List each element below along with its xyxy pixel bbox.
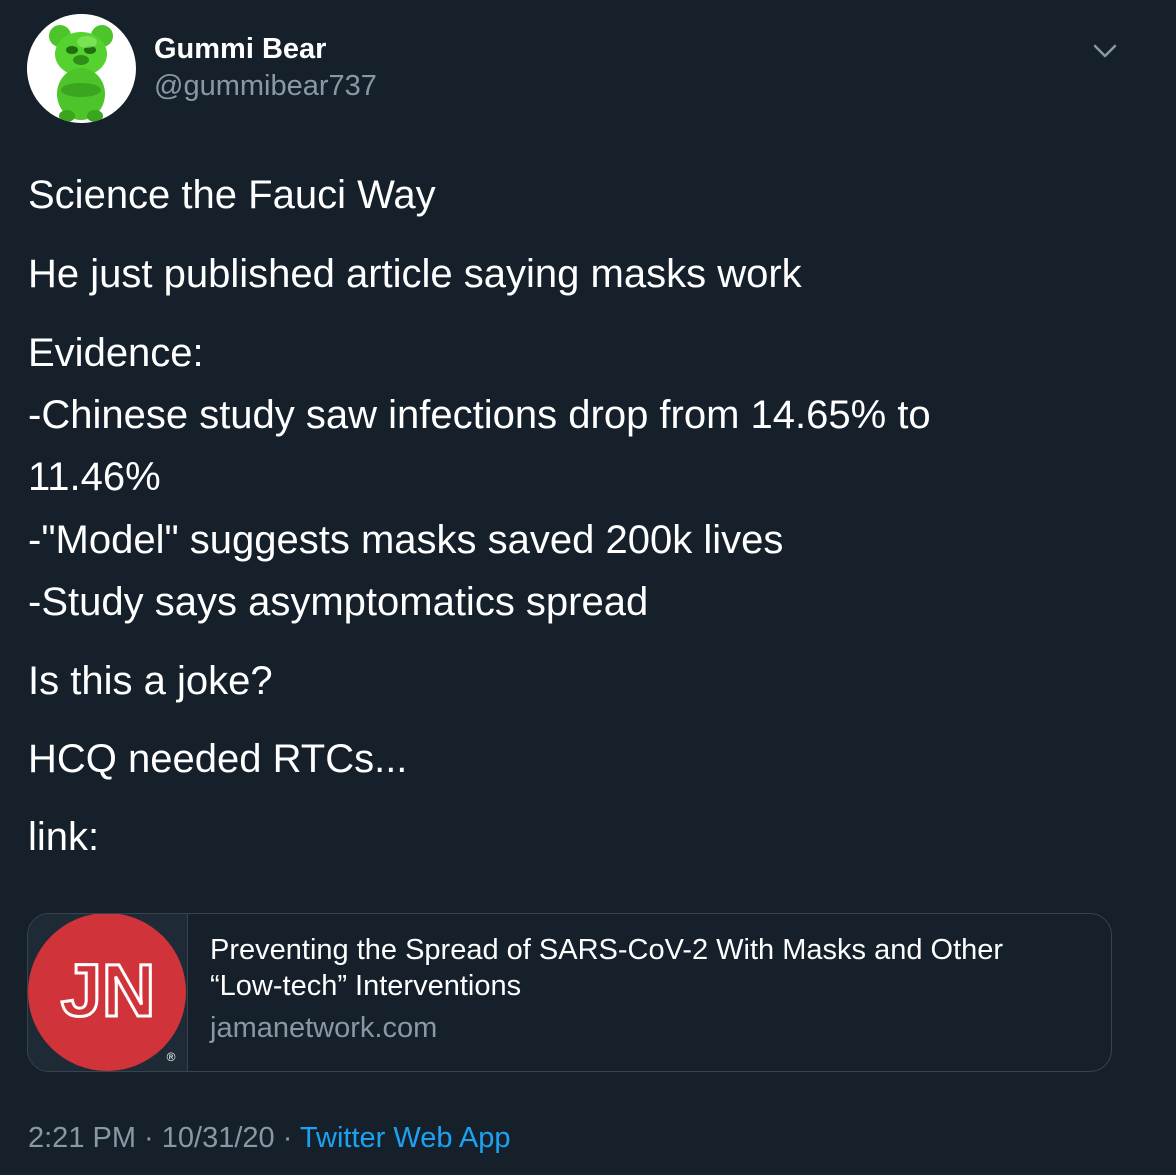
tweet-date[interactable]: 10/31/20 [162, 1122, 275, 1154]
tweet: Gummi Bear @gummibear737 Science the Fau… [0, 0, 1176, 1175]
card-domain: jamanetwork.com [210, 1012, 438, 1044]
card-title[interactable]: Preventing the Spread of SARS-CoV-2 With… [210, 932, 1003, 1004]
display-name[interactable]: Gummi Bear [154, 33, 326, 66]
logo-text: JN [61, 949, 156, 1032]
tweet-text-line: He just published article saying masks w… [28, 252, 802, 296]
tweet-text-line: -Chinese study saw infections drop from … [28, 393, 931, 437]
tweet-text-line: link: [28, 815, 100, 859]
tweet-text-line: -Study says asymptomatics spread [28, 580, 649, 624]
tweet-text-line: Evidence: [28, 331, 204, 375]
tweet-text-line: 11.46% [28, 455, 161, 499]
card-thumbnail: JN ® [28, 914, 188, 1071]
green-bear-avatar-icon [27, 14, 135, 122]
tweet-source-link[interactable]: Twitter Web App [300, 1122, 511, 1154]
card-title-line: “Low-tech” Interventions [210, 970, 522, 1002]
tweet-meta: 2:21 PM · 10/31/20 · Twitter Web App [28, 1122, 511, 1155]
meta-separator: · [274, 1122, 300, 1154]
tweet-text-line: Science the Fauci Way [28, 173, 436, 217]
meta-separator: · [136, 1122, 162, 1154]
user-handle[interactable]: @gummibear737 [154, 70, 377, 103]
tweet-text-line: -"Model" suggests masks saved 200k lives [28, 518, 784, 562]
chevron-down-icon[interactable] [1090, 36, 1120, 66]
tweet-text-line: HCQ needed RTCs... [28, 737, 408, 781]
tweet-text-line: Is this a joke? [28, 659, 273, 703]
jama-logo-icon: JN ® [28, 914, 186, 1071]
tweet-time[interactable]: 2:21 PM [28, 1122, 136, 1154]
card-title-line: Preventing the Spread of SARS-CoV-2 With… [210, 934, 1004, 966]
registered-mark: ® [167, 1050, 176, 1064]
link-card[interactable]: JN ® Preventing the Spread of SARS-CoV-2… [27, 913, 1112, 1072]
avatar[interactable] [27, 14, 136, 123]
